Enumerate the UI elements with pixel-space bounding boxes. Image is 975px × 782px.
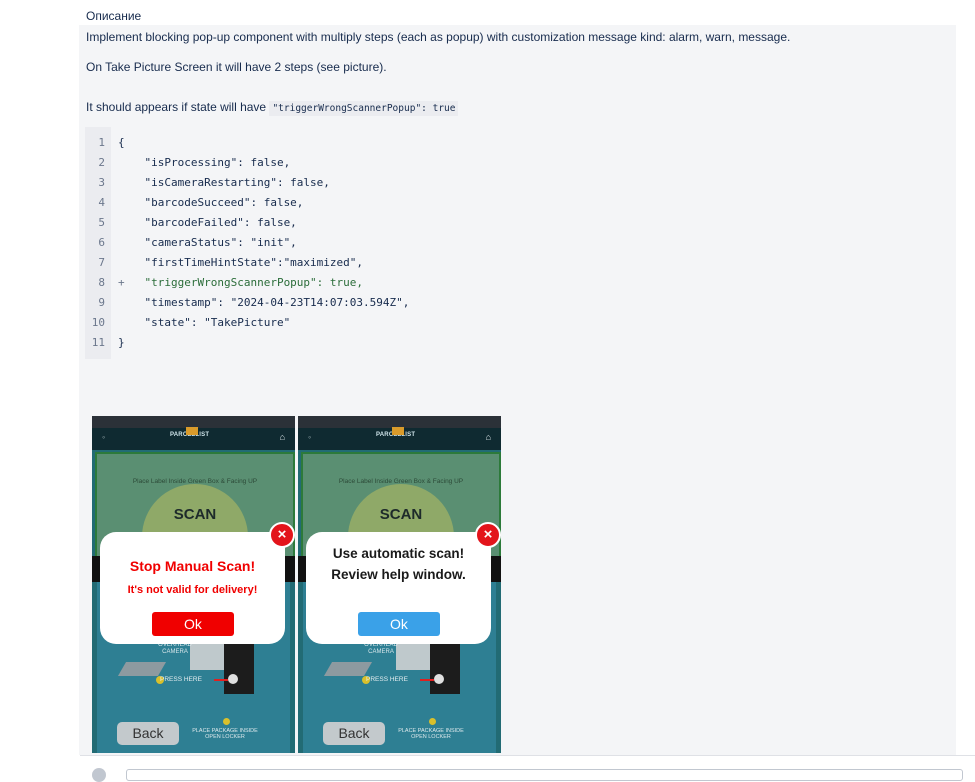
divider bbox=[80, 755, 975, 756]
code-line: 9 "timestamp": "2024-04-23T14:07:03.594Z… bbox=[85, 293, 585, 313]
code-line-added: 8 + "triggerWrongScannerPopup": true, bbox=[85, 273, 585, 293]
line-number: 2 bbox=[98, 156, 105, 169]
line-number: 9 bbox=[98, 296, 105, 309]
comment-input[interactable] bbox=[126, 769, 963, 781]
tray-illustration bbox=[323, 662, 373, 676]
code-line: 6 "cameraStatus": "init", bbox=[85, 233, 585, 253]
popup-title-line-1: Use automatic scan! bbox=[332, 546, 465, 561]
close-icon[interactable]: × bbox=[269, 522, 295, 548]
button-knob-icon bbox=[228, 674, 238, 684]
popup-title: Stop Manual Scan! bbox=[129, 558, 256, 574]
code-text: "isCameraRestarting": false, bbox=[118, 176, 330, 189]
avatar bbox=[92, 768, 106, 782]
line-number: 5 bbox=[98, 216, 105, 229]
code-line: 3 "isCameraRestarting": false, bbox=[85, 173, 585, 193]
code-text: "barcodeFailed": false, bbox=[118, 216, 297, 229]
code-text: "timestamp": "2024-04-23T14:07:03.594Z", bbox=[118, 296, 410, 309]
message-popup: Use automatic scan! Review help window. … bbox=[306, 522, 501, 644]
back-arrow-icon: ◦ bbox=[102, 432, 106, 442]
popup-title-line-2: Review help window. bbox=[331, 567, 466, 582]
code-text: "state": "TakePicture" bbox=[118, 316, 291, 329]
code-text: } bbox=[118, 336, 125, 349]
code-text: "barcodeSucceed": false, bbox=[118, 196, 304, 209]
tray-illustration bbox=[117, 662, 167, 676]
line-number: 10 bbox=[91, 316, 105, 329]
arrow-icon bbox=[214, 679, 228, 681]
code-block: 1{ 2 "isProcessing": false, 3 "isCameraR… bbox=[85, 127, 585, 359]
description-paragraph-1: Implement blocking pop-up component with… bbox=[86, 30, 791, 44]
line-number: 1 bbox=[98, 136, 105, 149]
code-line: 2 "isProcessing": false, bbox=[85, 153, 585, 173]
description-heading: Описание bbox=[86, 9, 142, 23]
logo-badge bbox=[186, 427, 198, 435]
place-label-hint: Place Label Inside Green Box & Facing UP bbox=[132, 478, 258, 485]
scanner-illustration bbox=[430, 644, 460, 694]
code-text: { bbox=[118, 136, 125, 149]
place-label-hint: Place Label Inside Green Box & Facing UP bbox=[338, 478, 464, 485]
press-here-label: PRESS HERE bbox=[160, 676, 202, 683]
code-line: 5 "barcodeFailed": false, bbox=[85, 213, 585, 233]
overhead-camera-label: OVERHEAD CAMERA bbox=[364, 642, 398, 655]
back-arrow-icon: ◦ bbox=[308, 432, 312, 442]
button-knob-icon bbox=[434, 674, 444, 684]
description-paragraph-2: On Take Picture Screen it will have 2 st… bbox=[86, 60, 387, 74]
place-package-label: PLACE PACKAGE INSIDE OPEN LOCKER bbox=[192, 728, 258, 740]
popup-subtitle: It's not valid for delivery! bbox=[127, 584, 258, 596]
line-number: 4 bbox=[98, 196, 105, 209]
line-number: 6 bbox=[98, 236, 105, 249]
line-number: 3 bbox=[98, 176, 105, 189]
step-dot-icon bbox=[223, 718, 230, 725]
code-line: 4 "barcodeSucceed": false, bbox=[85, 193, 585, 213]
code-text: "firstTimeHintState":"maximized", bbox=[118, 256, 364, 269]
screenshot-message: ◦ PARCELLIST ⌂ Place Label Inside Green … bbox=[298, 416, 501, 753]
ok-button[interactable]: Ok bbox=[152, 612, 234, 636]
code-line: 7 "firstTimeHintState":"maximized", bbox=[85, 253, 585, 273]
line-number: 7 bbox=[98, 256, 105, 269]
scan-label-text: SCAN bbox=[379, 506, 423, 523]
step-dot-icon bbox=[429, 718, 436, 725]
code-text: "isProcessing": false, bbox=[118, 156, 291, 169]
code-line: 1{ bbox=[85, 133, 585, 153]
place-package-label: PLACE PACKAGE INSIDE OPEN LOCKER bbox=[398, 728, 464, 740]
close-icon[interactable]: × bbox=[475, 522, 501, 548]
overhead-camera-label: OVERHEAD CAMERA bbox=[158, 642, 192, 655]
code-line: 11} bbox=[85, 333, 585, 353]
arrow-icon bbox=[420, 679, 434, 681]
description-paragraph-3: It should appears if state will have "tr… bbox=[86, 100, 459, 116]
alarm-popup: Stop Manual Scan! It's not valid for del… bbox=[100, 522, 295, 644]
code-text: "triggerWrongScannerPopup": true, bbox=[118, 276, 364, 289]
scanner-illustration bbox=[224, 644, 254, 694]
ok-button[interactable]: Ok bbox=[358, 612, 440, 636]
line-number: 11 bbox=[91, 336, 105, 349]
home-icon: ⌂ bbox=[279, 432, 285, 442]
screenshot-alarm: ◦ PARCELLIST ⌂ Place Label Inside Green … bbox=[92, 416, 295, 753]
code-text: "cameraStatus": "init", bbox=[118, 236, 297, 249]
press-here-label: PRESS HERE bbox=[366, 676, 408, 683]
home-icon: ⌂ bbox=[485, 432, 491, 442]
paragraph-3-text: It should appears if state will have bbox=[86, 100, 267, 114]
logo-badge bbox=[392, 427, 404, 435]
back-button[interactable]: Back bbox=[323, 722, 385, 745]
scan-label-text: SCAN bbox=[173, 506, 217, 523]
back-button[interactable]: Back bbox=[117, 722, 179, 745]
inline-code-trigger: "triggerWrongScannerPopup": true bbox=[269, 101, 459, 116]
code-line: 10 "state": "TakePicture" bbox=[85, 313, 585, 333]
line-number: 8 bbox=[98, 276, 105, 289]
